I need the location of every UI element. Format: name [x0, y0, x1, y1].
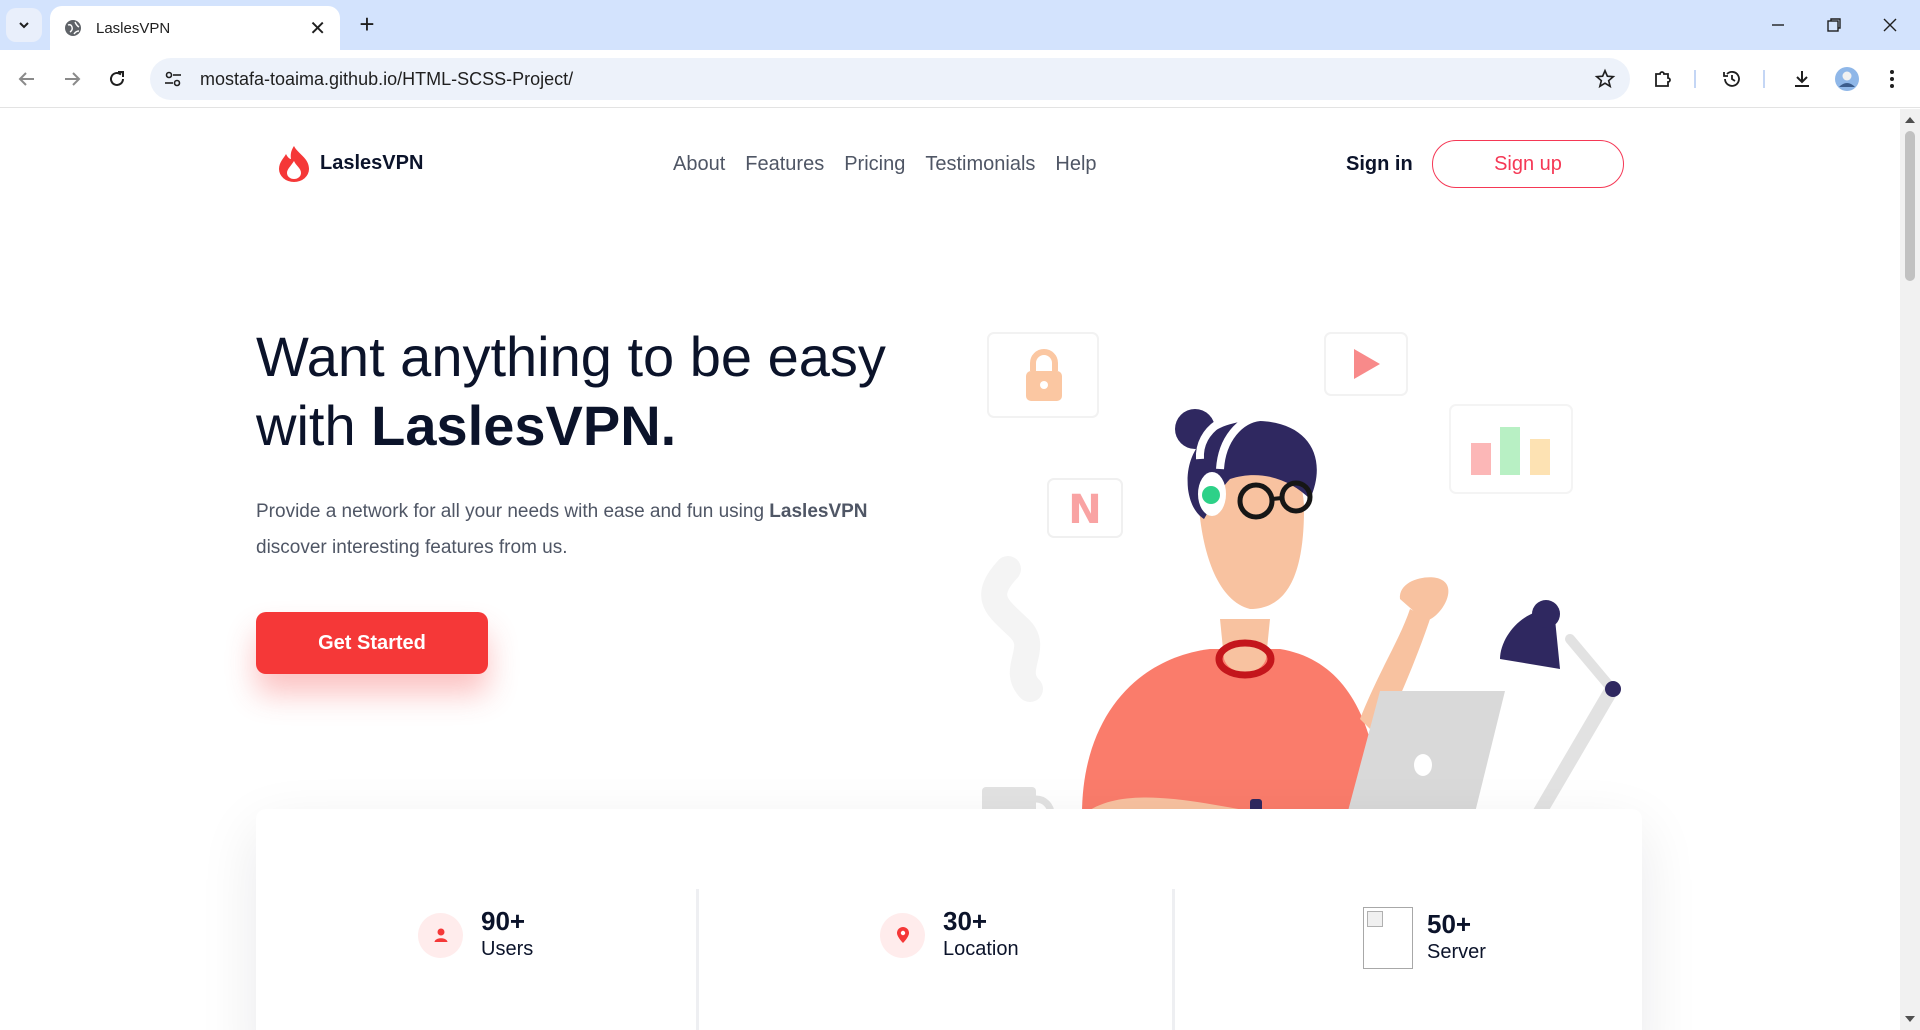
close-window-button[interactable] — [1870, 8, 1910, 42]
reload-icon — [110, 71, 124, 86]
play-card — [1324, 332, 1408, 396]
chevron-down-icon — [19, 22, 29, 29]
site-logo[interactable]: LaslesVPN — [276, 144, 423, 182]
browser-tab[interactable]: LaslesVPN ✕ — [50, 6, 340, 50]
nav-link-testimonials[interactable]: Testimonials — [925, 153, 1035, 176]
stat-location: 30+ Location — [880, 907, 1019, 963]
netflix-card: N — [1047, 478, 1123, 538]
profile-button[interactable] — [1830, 62, 1864, 96]
hero-title: Want anything to be easy with LaslesVPN. — [256, 322, 896, 460]
history-icon — [1723, 71, 1740, 87]
page-scrollbar[interactable] — [1900, 109, 1920, 1030]
flame-logo-icon — [279, 146, 309, 182]
bookmark-star-icon[interactable] — [1594, 68, 1616, 90]
user-icon — [418, 912, 463, 958]
arrow-left-icon — [18, 72, 34, 86]
extensions-button[interactable] — [1646, 62, 1680, 96]
nav-link-features[interactable]: Features — [745, 153, 824, 176]
stat-location-value: 30+ — [943, 906, 988, 936]
broken-image-icon — [1363, 907, 1413, 969]
download-icon — [1795, 71, 1809, 87]
hero-description: Provide a network for all your needs wit… — [256, 494, 916, 566]
hero-text-part1: Provide a network for all your needs wit… — [256, 501, 770, 522]
location-pin-icon — [880, 912, 925, 958]
stat-server-label: Server — [1427, 941, 1486, 963]
menu-button[interactable] — [1875, 62, 1909, 96]
nav-link-pricing[interactable]: Pricing — [844, 153, 905, 176]
nav-link-help[interactable]: Help — [1055, 153, 1096, 176]
stats-divider — [696, 889, 699, 1030]
close-tab-icon[interactable]: ✕ — [309, 16, 326, 41]
chart-card — [1449, 404, 1573, 494]
scroll-down-arrow[interactable] — [1905, 1016, 1915, 1022]
restore-icon — [1827, 18, 1841, 32]
web-page: LaslesVPN About Features Pricing Testimo… — [0, 109, 1900, 1030]
close-icon — [1883, 18, 1897, 32]
forward-button[interactable] — [55, 62, 89, 96]
hero-illustration: N — [981, 332, 1621, 854]
stat-location-label: Location — [943, 938, 1019, 960]
scrollbar-thumb[interactable] — [1905, 131, 1915, 281]
stat-server-value: 50+ — [1427, 909, 1472, 939]
minimize-icon — [1772, 24, 1784, 26]
url-text[interactable]: mostafa-toaima.github.io/HTML-SCSS-Proje… — [200, 69, 573, 90]
tab-title: LaslesVPN — [96, 19, 171, 37]
brand-name: LaslesVPN — [320, 151, 424, 174]
stat-users: 90+ Users — [418, 907, 533, 963]
stat-users-value: 90+ — [481, 906, 526, 936]
toolbar-separator — [1763, 70, 1765, 88]
site-settings-icon[interactable] — [164, 70, 182, 88]
lock-card — [987, 332, 1099, 418]
stats-card: 90+ Users 30+ Location 50+ Server — [256, 809, 1642, 1030]
stats-divider — [1172, 889, 1175, 1030]
toolbar-separator — [1694, 70, 1696, 88]
globe-icon — [65, 20, 81, 36]
puzzle-icon — [1655, 71, 1671, 87]
more-vertical-icon — [1890, 70, 1894, 88]
restore-button[interactable] — [1814, 8, 1854, 42]
arrow-right-icon — [65, 72, 81, 86]
back-button[interactable] — [10, 62, 44, 96]
hero-title-brand: LaslesVPN. — [371, 394, 677, 457]
svg-text:N: N — [1068, 487, 1101, 533]
minimize-button[interactable] — [1758, 8, 1798, 42]
stat-server: 50+ Server — [1363, 907, 1486, 969]
nav-link-about[interactable]: About — [673, 153, 725, 176]
new-tab-button[interactable]: + — [352, 10, 382, 40]
hero-text-brand: LaslesVPN — [769, 501, 868, 522]
avatar — [1835, 67, 1859, 91]
sign-up-button[interactable]: Sign up — [1432, 140, 1624, 188]
tab-search-button[interactable] — [6, 8, 42, 42]
stat-users-label: Users — [481, 938, 534, 960]
get-started-button[interactable]: Get Started — [256, 612, 488, 674]
downloads-button[interactable] — [1785, 62, 1819, 96]
history-button[interactable] — [1715, 62, 1749, 96]
reload-button[interactable] — [100, 62, 134, 96]
browser-toolbar: mostafa-toaima.github.io/HTML-SCSS-Proje… — [0, 50, 1920, 108]
scroll-up-arrow[interactable] — [1905, 117, 1915, 123]
main-nav: About Features Pricing Testimonials Help — [673, 153, 1117, 176]
browser-tab-bar: LaslesVPN ✕ + — [0, 0, 1920, 50]
sign-in-link[interactable]: Sign in — [1346, 153, 1413, 176]
hero-text-part2: discover interesting features from us. — [256, 537, 568, 558]
address-bar[interactable]: mostafa-toaima.github.io/HTML-SCSS-Proje… — [150, 58, 1630, 100]
